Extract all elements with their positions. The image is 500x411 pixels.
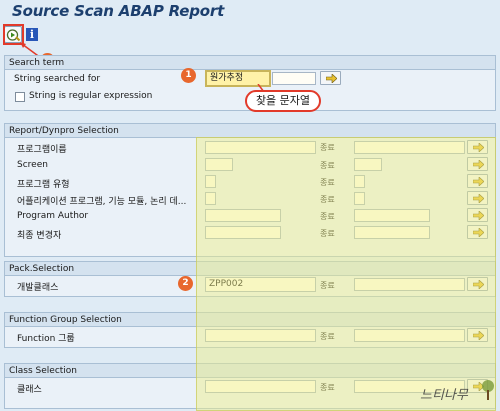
screen-label: Screen	[17, 160, 48, 170]
last-changed-by-label: 최종 변경자	[17, 231, 62, 241]
application-program-label: 어플리케이션 프로그램, 기능 모듈, 논리 데...	[17, 197, 187, 207]
window-title: Source Scan ABAP Report	[12, 2, 225, 20]
class-label: 클래스	[17, 385, 42, 395]
arrow-right-icon	[326, 74, 337, 83]
highlight-overlay	[196, 137, 496, 411]
tree-icon	[482, 380, 494, 400]
string-searched-label: String searched for	[14, 74, 101, 84]
search-term-header: Search term	[5, 56, 495, 70]
string-searched-extra[interactable]	[272, 72, 316, 85]
dev-class-label: 개발클래스	[17, 283, 59, 293]
function-group-label: Function 그룹	[17, 334, 75, 344]
report-dynpro-header: Report/Dynpro Selection	[5, 124, 495, 138]
toolbar	[0, 24, 500, 44]
callout-bubble: 찾을 문자열	[245, 90, 321, 112]
program-author-label: Program Author	[17, 211, 89, 221]
program-type-label: 프로그램 유형	[17, 180, 70, 190]
badge-1: 1	[181, 68, 196, 83]
regex-label: String is regular expression	[29, 91, 153, 101]
badge-2: 2	[178, 276, 193, 291]
regex-checkbox[interactable]	[15, 92, 25, 102]
program-name-label: 프로그램이름	[17, 145, 67, 155]
string-multiple-selection-button[interactable]	[320, 71, 341, 85]
